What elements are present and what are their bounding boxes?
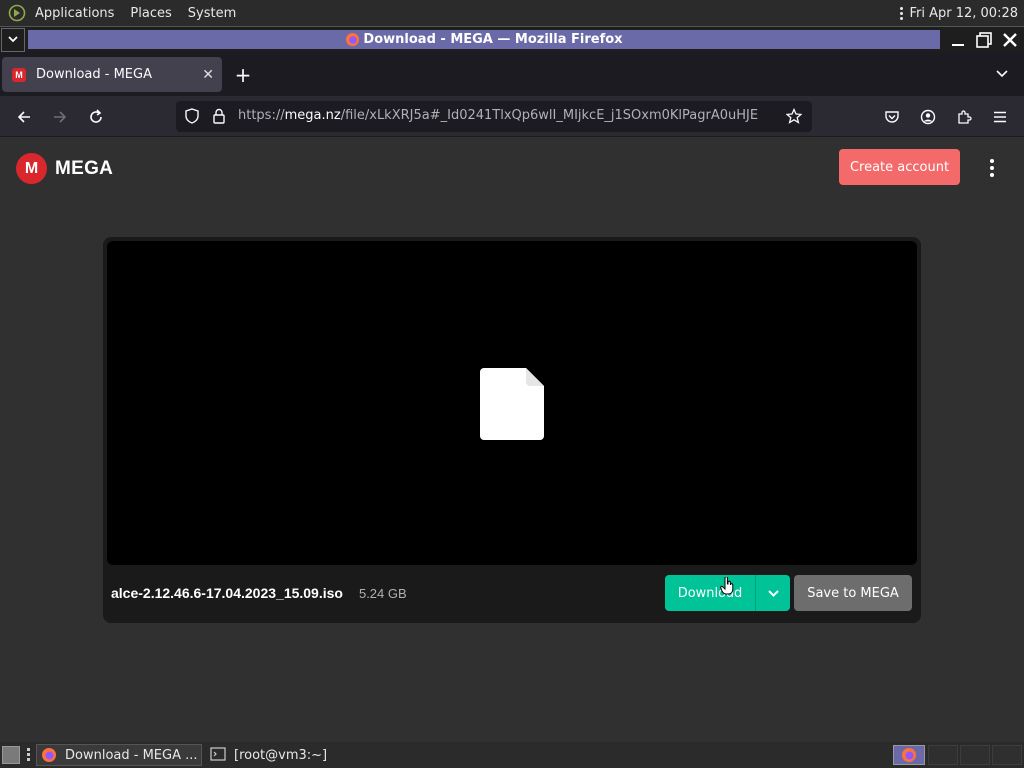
taskbar-grip-icon	[27, 748, 30, 761]
save-to-mega-button[interactable]: Save to MEGA	[794, 575, 912, 611]
download-options-chevron-icon[interactable]	[756, 589, 790, 597]
places-menu[interactable]: Places	[130, 6, 171, 21]
workspace-4[interactable]	[992, 745, 1022, 765]
hamburger-menu-icon[interactable]	[987, 104, 1013, 130]
mega-logo[interactable]: M MEGA	[16, 153, 113, 184]
taskbar-task-label: [root@vm3:~]	[234, 747, 328, 763]
file-download-card: alce-2.12.46.6-17.04.2023_15.09.iso 5.24…	[103, 237, 921, 623]
system-menu[interactable]: System	[188, 6, 236, 21]
tracking-protection-shield-icon[interactable]	[184, 108, 200, 128]
close-window-button[interactable]	[1000, 30, 1020, 50]
terminal-icon	[210, 747, 226, 763]
window-menu-button[interactable]	[1, 27, 25, 52]
close-tab-icon[interactable]: ✕	[202, 67, 214, 83]
download-label: Download	[677, 585, 743, 601]
url-host: mega.nz	[284, 108, 341, 123]
clock[interactable]: Fri Apr 12, 00:28	[909, 6, 1018, 21]
reload-button[interactable]	[83, 104, 109, 130]
window-title-area[interactable]: Download - MEGA — Mozilla Firefox	[28, 30, 940, 49]
extensions-icon[interactable]	[951, 104, 977, 130]
url-bar[interactable]: https://mega.nz/file/xLkXRJ5a#_Id0241Tlx…	[176, 101, 812, 132]
file-name: alce-2.12.46.6-17.04.2023_15.09.iso	[111, 585, 343, 601]
hand-cursor-icon	[720, 576, 734, 595]
window-title: Download - MEGA — Mozilla Firefox	[363, 32, 623, 47]
page-content: M MEGA Create account alce-2.12.46.6-17.…	[0, 137, 1024, 742]
workspace-1[interactable]	[893, 745, 925, 765]
back-button[interactable]	[11, 104, 37, 130]
padlock-icon[interactable]	[212, 108, 226, 128]
bookmark-star-icon[interactable]	[785, 107, 803, 128]
firefox-taskbar-icon	[41, 747, 57, 763]
url-path: /file/xLkXRJ5a#_Id0241TlxQp6wlI_MIjkcE_j…	[340, 108, 759, 123]
file-size: 5.24 GB	[358, 585, 407, 601]
generic-file-icon	[480, 368, 544, 440]
file-info: alce-2.12.46.6-17.04.2023_15.09.iso 5.24…	[111, 575, 407, 611]
mega-logo-icon: M	[16, 153, 47, 184]
applications-menu[interactable]: Applications	[35, 6, 114, 21]
top-panel: Applications Places System Fri Apr 12, 0…	[0, 0, 1024, 26]
more-options-icon[interactable]	[986, 159, 998, 179]
taskbar-task-firefox[interactable]: Download - MEGA ...	[36, 744, 202, 766]
tab-strip: M Download - MEGA ✕ +	[0, 52, 1024, 96]
minimize-button[interactable]	[948, 30, 968, 50]
url-scheme: https://	[238, 108, 285, 123]
workspace-3[interactable]	[960, 745, 990, 765]
gnome-foot-icon[interactable]	[6, 2, 28, 24]
new-tab-button[interactable]: +	[232, 63, 254, 87]
navigation-bar: https://mega.nz/file/xLkXRJ5a#_Id0241Tlx…	[0, 96, 1024, 137]
taskbar-task-label: Download - MEGA ...	[65, 747, 198, 763]
tab-download-mega[interactable]: M Download - MEGA ✕	[2, 57, 222, 92]
maximize-button[interactable]	[974, 30, 994, 50]
account-icon[interactable]	[915, 104, 941, 130]
tab-title: Download - MEGA	[36, 67, 152, 82]
forward-button[interactable]	[47, 104, 73, 130]
list-all-tabs-button[interactable]	[992, 64, 1012, 84]
panel-menu-icon[interactable]	[900, 6, 904, 20]
workspace-2[interactable]	[928, 745, 958, 765]
show-desktop-icon[interactable]	[2, 746, 20, 764]
mega-logo-text: MEGA	[55, 157, 114, 179]
firefox-icon	[345, 32, 360, 47]
pocket-icon[interactable]	[879, 104, 905, 130]
create-account-button[interactable]: Create account	[839, 149, 960, 185]
taskbar-task-terminal[interactable]: [root@vm3:~]	[206, 744, 336, 766]
url-text[interactable]: https://mega.nz/file/xLkXRJ5a#_Id0241Tlx…	[238, 108, 758, 123]
file-preview	[107, 241, 917, 565]
bottom-taskbar: Download - MEGA ... [root@vm3:~]	[0, 742, 1024, 768]
mega-favicon-icon: M	[12, 67, 26, 82]
window-titlebar: Download - MEGA — Mozilla Firefox	[0, 26, 1024, 52]
